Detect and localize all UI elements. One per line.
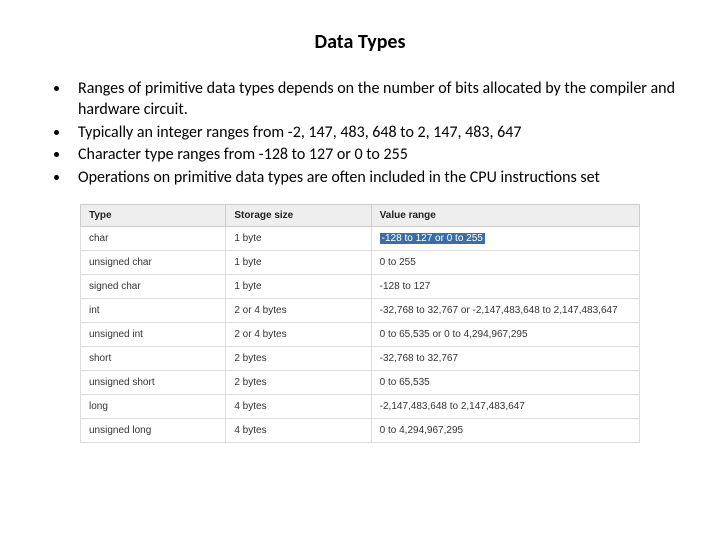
- cell-size: 1 byte: [226, 226, 371, 250]
- cell-type: char: [81, 226, 226, 250]
- cell-type: unsigned short: [81, 370, 226, 394]
- cell-range: 0 to 255: [371, 250, 639, 274]
- cell-size: 4 bytes: [226, 394, 371, 418]
- header-size: Storage size: [226, 204, 371, 226]
- table-row: unsigned char1 byte0 to 255: [81, 250, 640, 274]
- table-row: short2 bytes-32,768 to 32,767: [81, 346, 640, 370]
- table-row: int2 or 4 bytes-32,768 to 32,767 or -2,1…: [81, 298, 640, 322]
- cell-size: 1 byte: [226, 250, 371, 274]
- cell-size: 2 bytes: [226, 346, 371, 370]
- table-row: char1 byte -128 to 127 or 0 to 255: [81, 226, 640, 250]
- cell-range: 0 to 4,294,967,295: [371, 418, 639, 442]
- cell-size: 2 or 4 bytes: [226, 322, 371, 346]
- cell-type: unsigned long: [81, 418, 226, 442]
- table-row: unsigned long4 bytes0 to 4,294,967,295: [81, 418, 640, 442]
- table-row: unsigned short2 bytes0 to 65,535: [81, 370, 640, 394]
- cell-type: short: [81, 346, 226, 370]
- bullet-item: Operations on primitive data types are o…: [70, 168, 690, 189]
- cell-type: signed char: [81, 274, 226, 298]
- slide: Data Types Ranges of primitive data type…: [0, 0, 720, 463]
- table-body: char1 byte -128 to 127 or 0 to 255 unsigne…: [81, 226, 640, 442]
- cell-range: -128 to 127 or 0 to 255: [371, 226, 639, 250]
- slide-title: Data Types: [30, 30, 690, 54]
- cell-type: unsigned char: [81, 250, 226, 274]
- cell-size: 4 bytes: [226, 418, 371, 442]
- cell-type: int: [81, 298, 226, 322]
- table-row: signed char1 byte-128 to 127: [81, 274, 640, 298]
- cell-size: 2 or 4 bytes: [226, 298, 371, 322]
- table-row: unsigned int2 or 4 bytes0 to 65,535 or 0…: [81, 322, 640, 346]
- cell-type: unsigned int: [81, 322, 226, 346]
- cell-range: -32,768 to 32,767 or -2,147,483,648 to 2…: [371, 298, 639, 322]
- cell-type: long: [81, 394, 226, 418]
- header-type: Type: [81, 204, 226, 226]
- bullet-item: Character type ranges from -128 to 127 o…: [70, 145, 690, 166]
- cell-range: 0 to 65,535: [371, 370, 639, 394]
- cell-range: 0 to 65,535 or 0 to 4,294,967,295: [371, 322, 639, 346]
- cell-range: -32,768 to 32,767: [371, 346, 639, 370]
- bullet-item: Typically an integer ranges from -2, 147…: [70, 123, 690, 144]
- cell-range: -2,147,483,648 to 2,147,483,647: [371, 394, 639, 418]
- bullet-item: Ranges of primitive data types depends o…: [70, 79, 690, 121]
- highlighted-text: -128 to 127 or 0 to 255: [380, 233, 485, 244]
- header-range: Value range: [371, 204, 639, 226]
- cell-size: 1 byte: [226, 274, 371, 298]
- cell-range: -128 to 127: [371, 274, 639, 298]
- types-table: Type Storage size Value range char1 byte…: [80, 204, 640, 443]
- cell-size: 2 bytes: [226, 370, 371, 394]
- types-table-wrap: Type Storage size Value range char1 byte…: [80, 204, 640, 443]
- table-row: long4 bytes-2,147,483,648 to 2,147,483,6…: [81, 394, 640, 418]
- table-header-row: Type Storage size Value range: [81, 204, 640, 226]
- bullet-list: Ranges of primitive data types depends o…: [30, 79, 690, 189]
